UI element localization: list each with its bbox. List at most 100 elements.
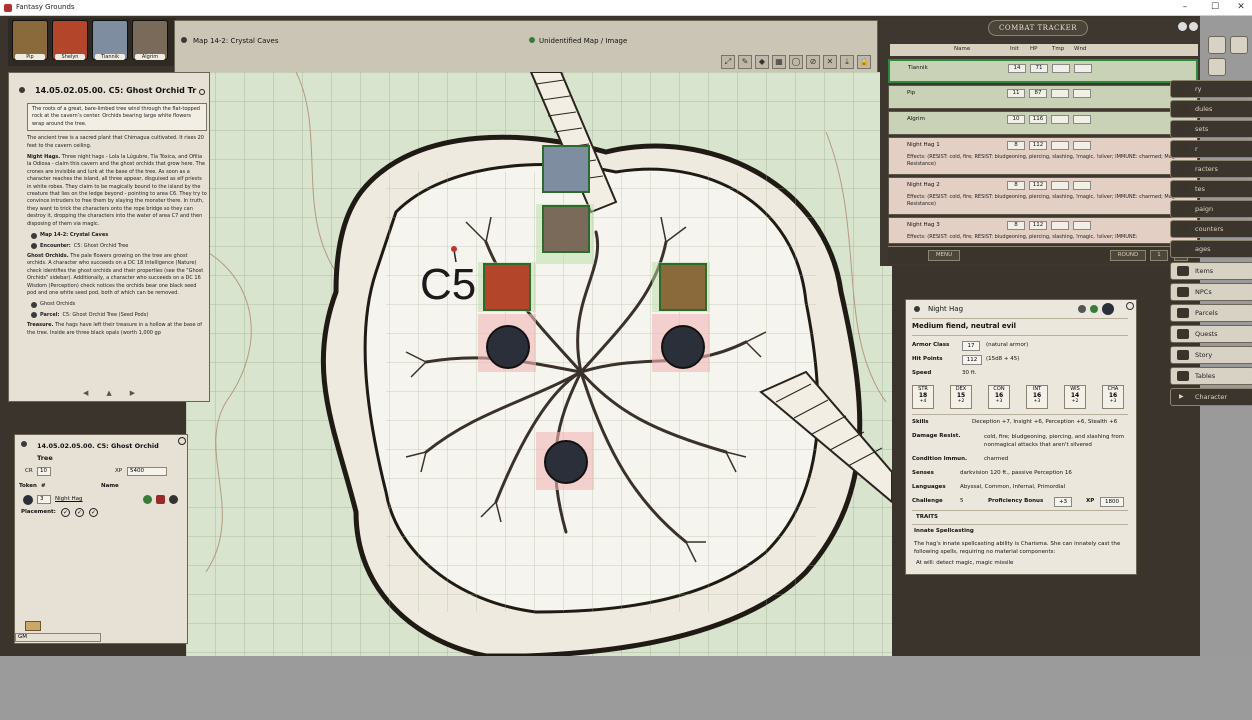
menu-button[interactable]: MENU: [928, 250, 960, 261]
cr-field[interactable]: 10: [37, 467, 51, 476]
help-icon[interactable]: [1178, 22, 1187, 31]
link-icon[interactable]: [181, 37, 187, 43]
ability-wis[interactable]: WIS 14 +2: [1064, 385, 1086, 409]
story-link-ghost-orchids[interactable]: Ghost Orchids: [31, 301, 207, 309]
portrait-shelyn[interactable]: Shelyn: [52, 20, 88, 60]
unmask-tool-icon[interactable]: ⊘: [806, 55, 820, 69]
ct-name[interactable]: Night Hag 1: [907, 142, 940, 148]
ct-row-pip[interactable]: Pip 11 87: [888, 85, 1198, 109]
sidebar-item-story[interactable]: Story: [1170, 346, 1252, 364]
ct-name[interactable]: Algrim: [907, 116, 925, 122]
ct-name[interactable]: Night Hag 2: [907, 182, 940, 188]
options-icon[interactable]: [1230, 36, 1248, 54]
parent-page-button[interactable]: ▲: [106, 389, 111, 397]
close-icon[interactable]: [1189, 22, 1198, 31]
sidebar-item-characters[interactable]: racters: [1170, 160, 1252, 178]
ct-init[interactable]: 11: [1007, 89, 1025, 98]
ability-dex[interactable]: DEX 15 +2: [950, 385, 972, 409]
xp-field[interactable]: 5400: [127, 467, 167, 476]
minimize-button[interactable]: –: [1174, 1, 1196, 14]
sidebar-item-campaign[interactable]: paign: [1170, 200, 1252, 218]
link-icon[interactable]: [143, 495, 152, 504]
ct-row-tiannik[interactable]: Tiannik 14 71: [888, 59, 1198, 83]
prev-page-button[interactable]: ◀: [83, 389, 88, 397]
ct-name[interactable]: Night Hag 3: [907, 222, 940, 228]
expand-tool-icon[interactable]: ⤢: [721, 55, 735, 69]
ability-str[interactable]: STR 18 +4: [912, 385, 934, 409]
ct-row-night-hag-3[interactable]: Night Hag 3 8 112 Effects: (RESIST: cold…: [888, 217, 1198, 244]
sidebar-item-encounters[interactable]: counters: [1170, 220, 1252, 238]
ct-tmp[interactable]: [1051, 221, 1069, 230]
encounter-link-icon[interactable]: [21, 441, 27, 447]
story-link-icon[interactable]: [19, 87, 25, 93]
placement-check-icon[interactable]: ✓: [75, 508, 84, 517]
ct-init[interactable]: 8: [1007, 181, 1025, 190]
close-icon[interactable]: [1126, 302, 1134, 310]
npc-link-icon[interactable]: [914, 306, 920, 312]
ct-tmp[interactable]: [1051, 115, 1069, 124]
portrait-pip[interactable]: Pip: [12, 20, 48, 60]
ct-tmp[interactable]: [1051, 141, 1069, 150]
calendar-icon[interactable]: [1208, 36, 1226, 54]
proficiency-field[interactable]: +3: [1054, 497, 1072, 507]
sidebar-item-tables[interactable]: Tables: [1170, 367, 1252, 385]
identified-icon[interactable]: [529, 37, 535, 43]
sidebar-item-parcels[interactable]: Parcels: [1170, 304, 1252, 322]
grid-tool-icon[interactable]: ▦: [772, 55, 786, 69]
ct-init[interactable]: 8: [1007, 221, 1025, 230]
ct-hp[interactable]: 71: [1030, 64, 1048, 73]
ct-wnd[interactable]: [1073, 221, 1091, 230]
token-icon[interactable]: [23, 495, 33, 505]
ac-field[interactable]: 17: [962, 341, 980, 351]
faction-icon[interactable]: [156, 495, 165, 504]
xp-field[interactable]: 1800: [1100, 497, 1124, 507]
sidebar-item-notes[interactable]: tes: [1170, 180, 1252, 198]
erase-tool-icon[interactable]: ◆: [755, 55, 769, 69]
count-field[interactable]: 3: [37, 495, 51, 504]
ability-con[interactable]: CON 16 +3: [988, 385, 1010, 409]
ct-init[interactable]: 10: [1007, 115, 1025, 124]
ct-name[interactable]: Tiannik: [908, 65, 928, 71]
ct-hp[interactable]: 112: [1029, 221, 1047, 230]
sidebar-item-items[interactable]: Items: [1170, 262, 1252, 280]
battle-map[interactable]: C5: [186, 72, 892, 656]
ability-cha[interactable]: CHA 16 +3: [1102, 385, 1124, 409]
ct-tmp[interactable]: [1052, 64, 1070, 73]
story-link-parcel[interactable]: Parcel: C5: Ghost Orchid Tree (Seed Pods): [31, 312, 207, 319]
draw-tool-icon[interactable]: ✎: [738, 55, 752, 69]
maximize-button[interactable]: ☐: [1204, 1, 1226, 14]
ct-tmp[interactable]: [1051, 181, 1069, 190]
npc-name-link[interactable]: Night Hag: [55, 496, 83, 502]
token-icon[interactable]: [1102, 303, 1114, 315]
chat-mode-select[interactable]: GM: [15, 633, 101, 642]
story-link-encounter[interactable]: Encounter: C5: Ghost Orchid Tree: [31, 243, 207, 250]
placement-check-icon[interactable]: ✓: [61, 508, 70, 517]
ct-row-algrim[interactable]: Algrim 10 116: [888, 111, 1198, 135]
ct-row-night-hag-2[interactable]: Night Hag 2 8 112 Effects: (RESIST: cold…: [888, 177, 1198, 215]
ct-tmp[interactable]: [1051, 89, 1069, 98]
sidebar-item-color[interactable]: r: [1170, 140, 1252, 158]
portrait-algrim[interactable]: Algrim: [132, 20, 168, 60]
lock-tool-icon[interactable]: 🔒: [857, 55, 871, 69]
ct-hp[interactable]: 112: [1029, 141, 1047, 150]
sidebar-item-library[interactable]: ry: [1170, 80, 1252, 98]
ct-wnd[interactable]: [1074, 64, 1092, 73]
ct-row-night-hag-1[interactable]: Night Hag 1 8 112 Effects: (RESIST: cold…: [888, 137, 1198, 175]
mask-tool-icon[interactable]: ◯: [789, 55, 803, 69]
hp-field[interactable]: 112: [962, 355, 982, 365]
ct-wnd[interactable]: [1073, 89, 1091, 98]
ct-init[interactable]: 14: [1008, 64, 1026, 73]
settings-icon[interactable]: [1208, 58, 1226, 76]
ct-hp[interactable]: 87: [1029, 89, 1047, 98]
sidebar-item-quests[interactable]: Quests: [1170, 325, 1252, 343]
sidebar-item-assets[interactable]: sets: [1170, 120, 1252, 138]
placement-check-icon[interactable]: ✓: [89, 508, 98, 517]
ct-wnd[interactable]: [1073, 115, 1091, 124]
ct-init[interactable]: 8: [1007, 141, 1025, 150]
ct-hp[interactable]: 112: [1029, 181, 1047, 190]
sidebar-item-character[interactable]: ▶ Character: [1170, 388, 1252, 406]
ct-hp[interactable]: 116: [1029, 115, 1047, 124]
mail-icon[interactable]: [25, 621, 41, 631]
delete-tool-icon[interactable]: ✕: [823, 55, 837, 69]
ct-wnd[interactable]: [1073, 181, 1091, 190]
